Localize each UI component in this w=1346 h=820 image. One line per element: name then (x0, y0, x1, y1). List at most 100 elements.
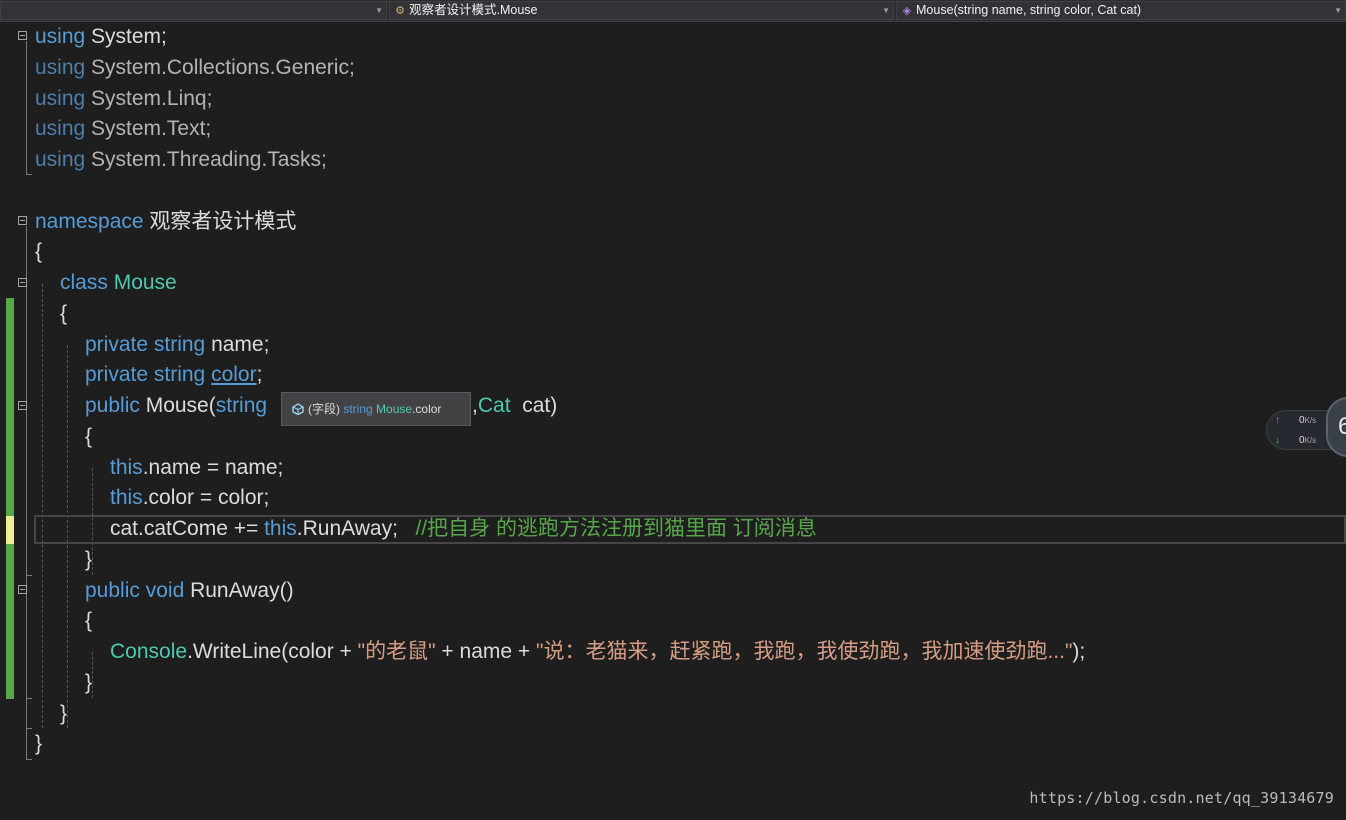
type-name: Console (110, 640, 188, 663)
code-line[interactable]: } (85, 545, 92, 575)
quick-info-tooltip: (字段) string Mouse.color (281, 392, 471, 426)
outline-end (26, 575, 32, 576)
code-line[interactable]: using System.Linq; (35, 84, 212, 114)
code-text: ); (1072, 640, 1086, 663)
class-dropdown-label: 观察者设计模式.Mouse (409, 3, 538, 17)
upload-speed: ↑ 0K/s (1275, 414, 1316, 428)
collapse-class-icon[interactable] (18, 278, 27, 287)
field-icon (292, 403, 304, 415)
keyword: class (60, 271, 108, 294)
code-line[interactable]: { (85, 422, 92, 452)
code-text: System.Threading.Tasks; (85, 148, 327, 171)
code-text: System; (85, 25, 167, 48)
keyword: namespace (35, 210, 144, 233)
code-text: System.Linq; (85, 87, 213, 110)
code-line[interactable]: using System; (35, 22, 167, 52)
watermark: https://blog.csdn.net/qq_39134679 (1029, 789, 1334, 807)
collapse-namespace-icon[interactable] (18, 216, 27, 225)
field-name[interactable]: color (211, 363, 257, 386)
keyword: this (110, 456, 143, 479)
code-editor[interactable]: using System; using System.Collections.G… (0, 22, 1346, 820)
code-text: .name = name; (142, 456, 284, 479)
tooltip-member: .color (412, 402, 442, 416)
chevron-down-icon: ▼ (375, 6, 383, 15)
tooltip-kind: (字段) (308, 402, 340, 416)
keyword: string (153, 363, 206, 386)
change-indicator-saved (6, 298, 14, 516)
code-line[interactable]: this.name = name; (110, 453, 283, 483)
code-line[interactable]: private string color; (85, 360, 262, 390)
code-comment: //把自身 的逃跑方法注册到猫里面 订阅消息 (415, 517, 817, 540)
arrow-up-icon: ↑ (1275, 415, 1280, 426)
keyword: using (35, 56, 86, 79)
keyword: using (35, 148, 86, 171)
code-text: RunAway() (184, 579, 294, 602)
code-text: name; (205, 333, 270, 356)
code-text: System.Collections.Generic; (85, 56, 355, 79)
collapse-method-icon[interactable] (18, 585, 27, 594)
code-line[interactable]: private string name; (85, 330, 269, 360)
code-line[interactable]: cat.catCome += this.RunAway; //把自身 的逃跑方法… (110, 514, 817, 544)
code-text: System.Text; (85, 117, 212, 140)
code-line[interactable]: { (35, 237, 42, 267)
keyword: public (85, 394, 140, 417)
type-name: Mouse (113, 271, 177, 294)
download-speed: ↓ 0K/s (1275, 434, 1316, 448)
code-text: 观察者设计模式 (143, 210, 297, 233)
keyword: using (35, 117, 86, 140)
keyword: this (264, 517, 297, 540)
keyword: string (215, 394, 268, 417)
keyword: private (85, 333, 149, 356)
code-line[interactable]: Console.WriteLine(color + "的老鼠" + name +… (110, 637, 1085, 667)
tooltip-type: string (343, 402, 373, 416)
project-dropdown[interactable]: ▼ (0, 1, 387, 20)
member-dropdown-label: Mouse(string name, string color, Cat cat… (916, 3, 1142, 17)
code-text: .WriteLine(color + (187, 640, 358, 663)
keyword: using (35, 87, 86, 110)
collapse-constructor-icon[interactable] (18, 401, 27, 410)
change-indicator-saved (6, 544, 14, 699)
collapse-using-icon[interactable] (18, 31, 27, 40)
outline-end (26, 174, 32, 175)
outline-end (26, 728, 32, 729)
code-line[interactable]: } (60, 699, 67, 729)
code-line[interactable]: this.color = color; (110, 483, 269, 513)
keyword: private (85, 363, 149, 386)
code-line[interactable]: class Mouse (60, 268, 177, 298)
string-literal: "说：老猫来，赶紧跑，我跑，我使劲跑，我加速使劲跑..." (536, 640, 1073, 663)
type-name: Cat (477, 394, 511, 417)
string-literal: "的老鼠" (357, 640, 436, 663)
member-dropdown[interactable]: ◈ Mouse(string name, string color, Cat ca… (896, 1, 1346, 20)
change-indicator-unsaved (6, 516, 14, 544)
outline-line (26, 41, 27, 174)
outline-end (26, 759, 32, 760)
code-line[interactable]: using System.Text; (35, 114, 211, 144)
code-text: cat) (510, 394, 558, 417)
code-line-tail[interactable]: ,Cat cat) (472, 391, 557, 421)
code-line[interactable]: using System.Collections.Generic; (35, 53, 355, 83)
speed-unit: K/s (1304, 416, 1317, 425)
code-line[interactable]: } (35, 729, 42, 759)
chevron-down-icon: ▼ (1334, 6, 1342, 15)
class-icon: ⚙ (395, 5, 405, 17)
method-icon: ◈ (902, 5, 912, 17)
code-text: ; (256, 363, 263, 386)
code-text: + name + (435, 640, 536, 663)
code-line[interactable]: public void RunAway() (85, 576, 294, 606)
keyword: using (35, 25, 86, 48)
code-text: Mouse( (139, 394, 216, 417)
code-line[interactable]: public Mouse(string (85, 391, 267, 421)
keyword: string (153, 333, 206, 356)
keyword: this (110, 486, 143, 509)
code-line[interactable]: { (60, 299, 67, 329)
indent-guide (42, 284, 43, 728)
tooltip-class: Mouse (376, 402, 413, 416)
code-text: cat.catCome += (110, 517, 265, 540)
class-dropdown[interactable]: ⚙ 观察者设计模式.Mouse ▼ (389, 1, 894, 20)
arrow-down-icon: ↓ (1275, 435, 1280, 446)
code-line[interactable]: using System.Threading.Tasks; (35, 145, 327, 175)
code-line[interactable]: namespace 观察者设计模式 (35, 207, 296, 237)
code-line[interactable]: } (85, 668, 92, 698)
code-line[interactable]: { (85, 606, 92, 636)
code-text: .RunAway; (296, 517, 398, 540)
